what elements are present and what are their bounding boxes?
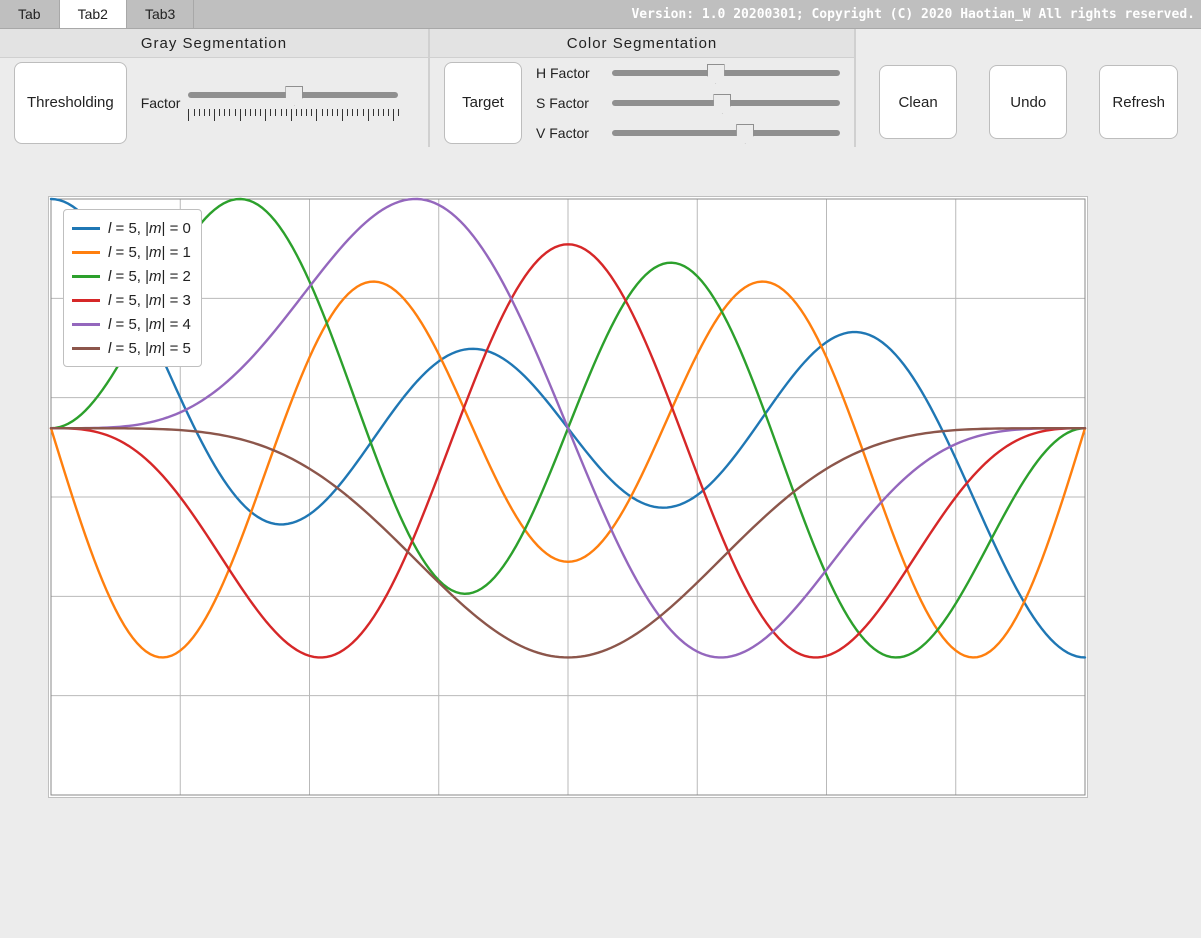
undo-button[interactable]: Undo [989,65,1067,139]
tab-strip: Tab Tab2 Tab3 Version: 1.0 20200301; Cop… [0,0,1201,29]
s-factor-slider[interactable] [612,91,840,115]
legend-swatch [72,227,100,230]
target-button[interactable]: Target [444,62,522,144]
legend-label: l = 5, |m| = 3 [108,292,191,309]
legend-swatch [72,251,100,254]
chart-svg [49,197,1087,797]
group-color: Color Segmentation Target H Factor S Fac… [430,29,856,147]
toolbar: Gray Segmentation Thresholding Factor Co… [0,29,1201,147]
s-factor-label: S Factor [536,95,602,111]
legend-label: l = 5, |m| = 1 [108,244,191,261]
tab-2[interactable]: Tab3 [127,0,194,28]
legend-entry-m0: l = 5, |m| = 0 [72,216,191,240]
h-factor-slider[interactable] [612,61,840,85]
legend-label: l = 5, |m| = 4 [108,316,191,333]
tab-0[interactable]: Tab [0,0,60,28]
legend-label: l = 5, |m| = 0 [108,220,191,237]
version-label: Version: 1.0 20200301; Copyright (C) 202… [631,0,1195,28]
chart-panel: l = 5, |m| = 0 l = 5, |m| = 1 l = 5, |m| =… [48,196,1088,798]
legend-swatch [72,347,100,350]
clean-button[interactable]: Clean [879,65,957,139]
legend-label: l = 5, |m| = 2 [108,268,191,285]
gray-factor-slider[interactable] [188,83,398,107]
v-factor-slider[interactable] [612,121,840,145]
tab-1[interactable]: Tab2 [60,0,127,28]
legend-entry-m2: l = 5, |m| = 2 [72,264,191,288]
v-factor-label: V Factor [536,125,602,141]
legend-entry-m5: l = 5, |m| = 5 [72,336,191,360]
factor-label: Factor [141,95,181,111]
refresh-button[interactable]: Refresh [1099,65,1178,139]
legend-swatch [72,299,100,302]
legend-entry-m1: l = 5, |m| = 1 [72,240,191,264]
h-factor-label: H Factor [536,65,602,81]
legend-swatch [72,275,100,278]
legend-entry-m3: l = 5, |m| = 3 [72,288,191,312]
legend-swatch [72,323,100,326]
thresholding-button[interactable]: Thresholding [14,62,127,144]
group-gray: Gray Segmentation Thresholding Factor [0,29,430,147]
legend-label: l = 5, |m| = 5 [108,340,191,357]
chart-legend: l = 5, |m| = 0 l = 5, |m| = 1 l = 5, |m| =… [63,209,202,367]
group-gray-title: Gray Segmentation [0,29,428,58]
group-color-title: Color Segmentation [430,29,854,58]
gray-factor-ticks [188,109,398,123]
legend-entry-m4: l = 5, |m| = 4 [72,312,191,336]
group-actions: Clean Undo Refresh [856,29,1201,147]
